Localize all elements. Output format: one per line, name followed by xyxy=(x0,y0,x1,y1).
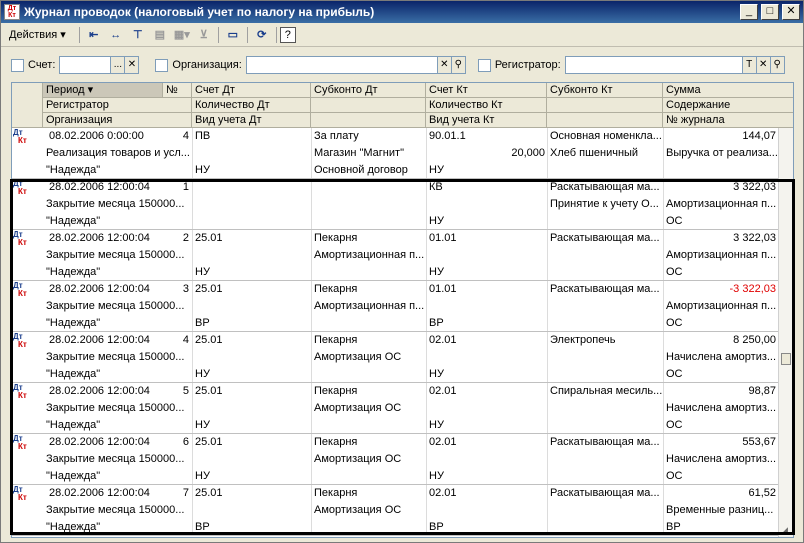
arrow-left-icon[interactable]: ⇤ xyxy=(84,26,104,44)
header-quantity-kt[interactable]: Количество Кт xyxy=(426,98,547,113)
organization-search-icon[interactable]: ⚲ xyxy=(451,56,466,74)
cell-vu-kt: НУ xyxy=(429,164,444,176)
cell-sub-dt2: Магазин "Магнит" xyxy=(314,147,404,159)
column-divider xyxy=(311,128,312,178)
account-select-button[interactable]: ... xyxy=(111,56,126,74)
column-divider xyxy=(663,128,664,178)
cell-acc-dt: ПВ xyxy=(195,130,211,142)
cell-sub-kt1: Основная номенкла... xyxy=(550,130,662,142)
filter-icon[interactable]: ⊤ xyxy=(128,26,148,44)
account-label: Счет: xyxy=(28,59,56,71)
toolbar-separator xyxy=(275,26,277,43)
header-organization[interactable]: Организация xyxy=(43,113,192,128)
table-header: Период ▾ № Счет Дт Субконто Дт Счет Кт С… xyxy=(12,83,793,128)
icon-kt-label: Кт xyxy=(18,136,27,145)
table-row[interactable]: Дт Кт 08.02.2006 0:00:00 4 ПВ За плату 90.01.1… xyxy=(12,128,793,179)
header-account-kt[interactable]: Счет Кт xyxy=(426,83,547,98)
highlight-frame xyxy=(10,179,795,535)
header-icon-column xyxy=(12,83,43,128)
registrar-clear-button[interactable]: ✕ xyxy=(756,56,771,74)
registrar-checkbox[interactable] xyxy=(477,58,491,72)
header-empty-4 xyxy=(547,113,663,128)
maximize-button[interactable]: □ xyxy=(761,4,779,20)
header-empty-2 xyxy=(547,98,663,113)
help-button[interactable]: ? xyxy=(279,26,296,43)
actions-label: Действия xyxy=(9,29,58,41)
column-divider xyxy=(192,128,193,178)
cell-sub-kt2: Хлеб пшеничный xyxy=(550,147,639,159)
account-checkbox[interactable] xyxy=(11,58,24,72)
app-icon: Дт Кт xyxy=(4,4,20,20)
header-number[interactable]: № xyxy=(163,83,192,98)
organization-label: Организация: xyxy=(172,59,242,71)
header-subconto-kt[interactable]: Субконто Кт xyxy=(547,83,663,98)
cell-journal xyxy=(663,162,778,179)
journal-window: Дт Кт Журнал проводок (налоговый учет по … xyxy=(0,0,804,543)
header-period-label: Период xyxy=(46,84,85,96)
organization-input[interactable] xyxy=(245,56,438,74)
cell-vu-dt: НУ xyxy=(195,164,210,176)
header-accounting-type-kt[interactable]: Вид учета Кт xyxy=(426,113,547,128)
header-account-dt[interactable]: Счет Дт xyxy=(192,83,311,98)
cell-registrar: Реализация товаров и усл... xyxy=(46,147,190,159)
header-accounting-type-dt[interactable]: Вид учета Дт xyxy=(192,113,311,128)
card-icon[interactable]: ▭ xyxy=(223,26,243,44)
toolbar-separator xyxy=(217,26,219,43)
registrar-label: Регистратор: xyxy=(494,59,561,71)
registrar-input[interactable] xyxy=(564,56,743,74)
cell-org: "Надежда" xyxy=(46,164,101,176)
minimize-button[interactable]: _ xyxy=(740,4,758,20)
window-title: Журнал проводок (налоговый учет по налог… xyxy=(24,5,375,19)
header-registrar[interactable]: Регистратор xyxy=(43,98,192,113)
expand-icon[interactable]: ↔ xyxy=(106,26,126,44)
header-empty-1 xyxy=(311,98,426,113)
cell-period: 08.02.2006 0:00:00 xyxy=(49,130,144,142)
cell-content: Выручка от реализа... xyxy=(666,147,778,159)
column-divider xyxy=(547,128,548,178)
toolbar-separator xyxy=(78,26,80,43)
header-sum[interactable]: Сумма xyxy=(663,83,793,98)
header-subconto-dt[interactable]: Субконто Дт xyxy=(311,83,426,98)
header-quantity-dt[interactable]: Количество Дт xyxy=(192,98,311,113)
cell-sub-dt3: Основной договор xyxy=(314,164,408,176)
account-clear-button[interactable]: ✕ xyxy=(125,56,140,74)
filter-bar: Счет: ... ✕ Организация: ✕ ⚲ Регистратор… xyxy=(1,53,803,77)
dt-kt-entry-icon: Дт Кт xyxy=(12,129,42,149)
account-input[interactable] xyxy=(59,56,112,74)
header-journal-number[interactable]: № журнала xyxy=(663,113,793,128)
cell-sum: 144,07 xyxy=(742,130,776,142)
header-content[interactable]: Содержание xyxy=(663,98,793,113)
title-bar[interactable]: Дт Кт Журнал проводок (налоговый учет по … xyxy=(1,1,803,23)
close-button[interactable]: ✕ xyxy=(782,4,800,20)
column-divider xyxy=(426,128,427,178)
cell-num: 4 xyxy=(182,130,189,142)
report-icon[interactable]: ▦▾ xyxy=(172,26,192,44)
cell-sub-dt1: За плату xyxy=(314,130,359,142)
cell-qty-kt: 20,000 xyxy=(511,147,545,159)
registrar-search-icon[interactable]: ⚲ xyxy=(770,56,785,74)
organization-clear-button[interactable]: ✕ xyxy=(437,56,452,74)
refresh-icon[interactable]: ⟳ xyxy=(252,26,272,44)
registrar-type-button[interactable]: T xyxy=(742,56,757,74)
cell-acc-kt: 90.01.1 xyxy=(429,130,466,142)
toolbar: Действия ▾ ⇤ ↔ ⊤ ▤ ▦▾ ⊻ ▭ ⟳ ? xyxy=(1,23,803,47)
organization-checkbox[interactable] xyxy=(155,58,169,72)
toolbar-separator xyxy=(246,26,248,43)
clear-filter-icon[interactable]: ⊻ xyxy=(194,26,214,44)
header-period[interactable]: Период ▾ xyxy=(43,83,163,98)
header-empty-3 xyxy=(311,113,426,128)
copy-icon[interactable]: ▤ xyxy=(150,26,170,44)
actions-menu-button[interactable]: Действия ▾ xyxy=(5,26,70,43)
